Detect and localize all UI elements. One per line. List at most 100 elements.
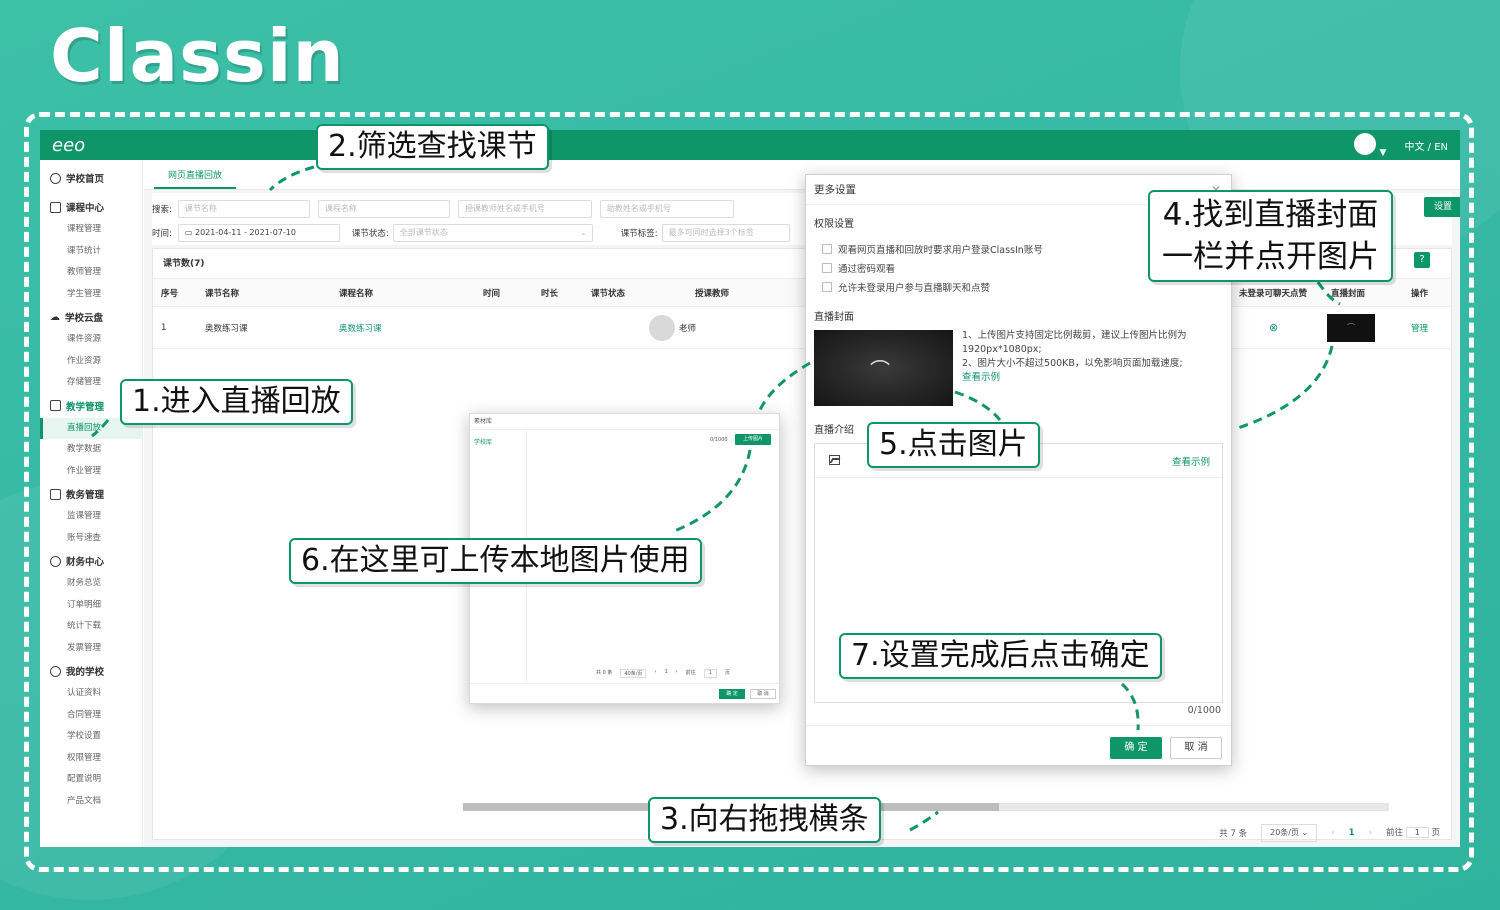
- char-count: 0/1000: [1187, 705, 1221, 716]
- tab-web-live-replay[interactable]: 网页直播回放: [154, 168, 237, 189]
- sidebar-group-my-school[interactable]: 我的学校: [40, 659, 142, 683]
- classin-logo: Classin: [50, 14, 345, 98]
- lesson-name-input[interactable]: 课节名称: [177, 200, 310, 218]
- cover-example-link[interactable]: 查看示例: [962, 371, 1224, 385]
- chevron-right-icon[interactable]: ›: [1369, 828, 1372, 838]
- status-select[interactable]: 全部课节状态 ⌄: [392, 224, 593, 242]
- sidebar: 学校首页 课程中心 课程管理 课节统计 教师管理 学生管理 ☁ 学校云盘 课件资源…: [40, 160, 143, 847]
- cover-notes: 1、上传图片支持固定比例裁剪，建议上传图片比例为1920px*1080px; 2…: [962, 329, 1224, 385]
- table-row: 1 奥数练习课 奥数练习课 老师 ⊗ ⌒ 管理: [153, 307, 1451, 349]
- current-page[interactable]: 1: [1349, 828, 1355, 838]
- course-name-input[interactable]: 课程名称: [317, 200, 450, 218]
- sidebar-group-course-center[interactable]: 课程中心: [40, 195, 142, 219]
- editor-example-link[interactable]: 查看示例: [1172, 454, 1210, 468]
- confirm-button[interactable]: 确 定: [1110, 737, 1162, 759]
- cancel-circle-icon: ⊗: [1269, 321, 1279, 334]
- sidebar-item-student-manage[interactable]: 学生管理: [40, 284, 142, 306]
- chevron-right-icon[interactable]: ›: [676, 669, 678, 678]
- cover-thumbnail[interactable]: ⌒: [1327, 307, 1375, 348]
- sidebar-item-homework-manage[interactable]: 作业管理: [40, 461, 142, 483]
- materials-goto-input[interactable]: 1: [703, 669, 717, 678]
- teacher-input[interactable]: 授课教师姓名或手机号: [457, 200, 592, 218]
- materials-side-item[interactable]: 学校库: [474, 439, 492, 446]
- cloud-icon: ☁: [50, 311, 60, 323]
- assistant-input[interactable]: 助教姓名或手机号: [599, 200, 734, 218]
- cover-label: 直播封面: [814, 312, 854, 323]
- materials-ok-button[interactable]: 确 定: [719, 689, 745, 699]
- calendar-icon: [50, 201, 61, 213]
- sidebar-group-home[interactable]: 学校首页: [40, 166, 142, 190]
- sidebar-group-cloud[interactable]: ☁ 学校云盘: [40, 305, 142, 329]
- sidebar-item-school-settings[interactable]: 学校设置: [40, 726, 142, 748]
- bird-icon: ⌒: [870, 358, 890, 382]
- password-checkbox[interactable]: 通过密码观看: [822, 261, 895, 275]
- guest-chat-checkbox[interactable]: 允许未登录用户参与直播聊天和点赞: [822, 280, 990, 294]
- user-menu[interactable]: ▼: [1353, 132, 1387, 158]
- sidebar-item-invoice[interactable]: 发票管理: [40, 638, 142, 660]
- cancel-button[interactable]: 取 消: [1170, 737, 1222, 759]
- sidebar-item-courseware[interactable]: 课件资源: [40, 329, 142, 351]
- sidebar-group-finance[interactable]: 财务中心: [40, 549, 142, 573]
- language-toggle[interactable]: 中文 / EN: [1404, 138, 1448, 153]
- chevron-left-icon[interactable]: ‹: [654, 669, 656, 678]
- sidebar-item-teacher-manage[interactable]: 教师管理: [40, 262, 142, 284]
- sidebar-item-lesson-stats[interactable]: 课节统计: [40, 241, 142, 263]
- sidebar-item-stats-download[interactable]: 统计下载: [40, 616, 142, 638]
- image-icon[interactable]: [829, 455, 840, 465]
- tag-label: 课节标签:: [620, 229, 658, 239]
- callout-step-1: 1.进入直播回放: [120, 379, 353, 425]
- sidebar-item-permissions[interactable]: 权限管理: [40, 748, 142, 770]
- sidebar-item-contract[interactable]: 合同管理: [40, 705, 142, 727]
- settings-button[interactable]: 设置: [1424, 197, 1460, 217]
- materials-title: 素材库: [470, 414, 779, 430]
- tag-select[interactable]: 最多可同时选择3个标签: [661, 224, 790, 242]
- bird-icon: ⌒: [1327, 313, 1375, 342]
- pagination: 共 7 条 20条/页 ⌄ ‹ 1 › 前往 1 页: [1219, 824, 1440, 842]
- sidebar-item-homework-res[interactable]: 作业资源: [40, 351, 142, 373]
- money-icon: [50, 555, 61, 567]
- total-count: 共 7 条: [1219, 829, 1248, 839]
- upload-image-button[interactable]: 上传图片: [735, 434, 771, 445]
- sidebar-item-monitor[interactable]: 监课管理: [40, 506, 142, 528]
- status-label: 课节状态:: [351, 229, 389, 239]
- sidebar-group-academic[interactable]: 教务管理: [40, 482, 142, 506]
- materials-page-size[interactable]: 40条/页: [620, 669, 647, 678]
- materials-cancel-button[interactable]: 取 消: [750, 689, 776, 699]
- avatar: [649, 314, 675, 341]
- chevron-left-icon[interactable]: ‹: [1331, 828, 1334, 838]
- sidebar-item-config-doc[interactable]: 配置说明: [40, 769, 142, 791]
- sidebar-item-order-detail[interactable]: 订单明细: [40, 595, 142, 617]
- manage-link[interactable]: 管理: [1411, 307, 1428, 348]
- chevron-down-icon: ▼: [1379, 147, 1387, 158]
- sidebar-item-product-doc[interactable]: 产品文档: [40, 791, 142, 813]
- page-size-select[interactable]: 20条/页 ⌄: [1261, 824, 1318, 842]
- search-label: 搜索:: [152, 205, 172, 215]
- time-label: 时间:: [152, 229, 172, 239]
- permission-label: 权限设置: [814, 219, 854, 230]
- materials-pagination: 共 0 条 40条/页 ‹ 1 › 前往 1 页: [596, 669, 730, 678]
- goto-label: 前往: [1385, 828, 1403, 838]
- course-link[interactable]: 奥数练习课: [339, 307, 382, 348]
- sidebar-item-account-lookup[interactable]: 账号速查: [40, 528, 142, 550]
- callout-step-2: 2.筛选查找课节: [316, 124, 549, 170]
- chart-icon: [50, 400, 61, 411]
- login-required-checkbox[interactable]: 观看网页直播和回放时要求用户登录ClassIn账号: [822, 242, 1043, 256]
- callout-step-4: 4.找到直播封面 一栏并点开图片: [1148, 190, 1393, 282]
- teacher-cell: 老师: [649, 307, 696, 348]
- sidebar-item-teaching-data[interactable]: 教学数据: [40, 439, 142, 461]
- horizontal-scrollbar[interactable]: [463, 803, 1389, 811]
- help-icon[interactable]: ?: [1414, 252, 1430, 268]
- goto-input[interactable]: 1: [1405, 827, 1429, 838]
- sidebar-item-course-manage[interactable]: 课程管理: [40, 219, 142, 241]
- materials-current-page[interactable]: 1: [664, 669, 667, 678]
- materials-count: 0/1000: [710, 437, 728, 443]
- top-bar: eeo ▼ 中文 / EN: [40, 130, 1460, 160]
- date-range-picker[interactable]: ▭ 2021-04-11 - 2021-07-10: [177, 224, 340, 242]
- sidebar-item-certification[interactable]: 认证资料: [40, 683, 142, 705]
- chevron-down-icon: ⌄: [580, 228, 587, 237]
- page-unit: 页: [1431, 828, 1440, 838]
- sidebar-item-finance-overview[interactable]: 财务总览: [40, 573, 142, 595]
- cover-image[interactable]: ⌒: [814, 330, 953, 406]
- table-header: 序号 课节名称 课程名称 时间 时长 课节状态 授课教师 未登录可聊天点赞 直播…: [153, 279, 1451, 307]
- avatar: [1353, 132, 1376, 155]
